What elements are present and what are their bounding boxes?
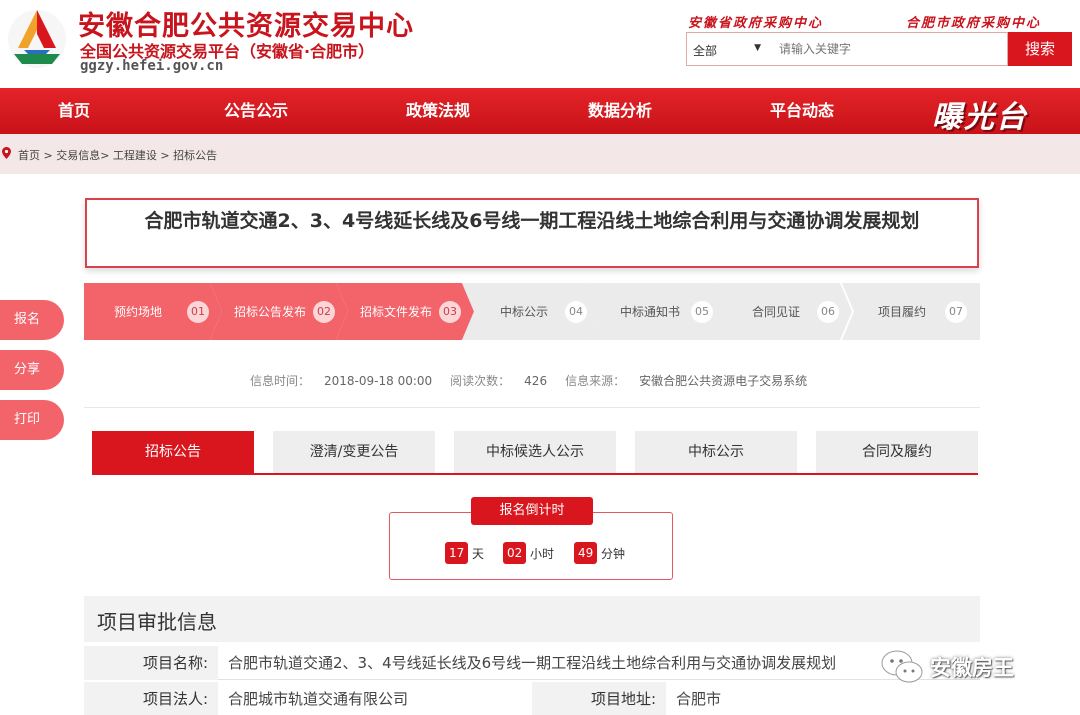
divider <box>84 407 980 408</box>
step-number: 07 <box>945 301 967 323</box>
step-label: 招标文件发布 <box>360 305 433 319</box>
step-number: 04 <box>565 301 587 323</box>
countdown-hours-unit: 小时 <box>530 547 555 561</box>
process-step: 项目履约 07 <box>842 283 980 340</box>
view-count-label: 阅读次数： <box>450 374 511 388</box>
wechat-watermark: 安徽房王 <box>880 648 1014 686</box>
tab-tender-notice[interactable]: 招标公告 <box>92 431 254 473</box>
notice-title: 合肥市轨道交通2、3、4号线延长线及6号线一期工程沿线土地综合利用与交通协调发展… <box>85 198 979 268</box>
countdown-minutes: 49 <box>574 542 598 564</box>
table-row: 项目法人: 合肥城市轨道交通有限公司 项目地址: 合肥市 <box>84 682 980 715</box>
top-link-city-procurement[interactable]: 合肥市政府采购中心 <box>906 12 1041 31</box>
nav-item-policies[interactable]: 政策法规 <box>406 88 470 134</box>
countdown-minutes-unit: 分钟 <box>601 547 626 561</box>
countdown-title: 报名倒计时 <box>471 497 593 525</box>
register-button[interactable]: 报名 <box>0 300 64 340</box>
site-header: 安徽合肥公共资源交易中心 全国公共资源交易平台（安徽省·合肥市） ggzy.he… <box>0 0 1080 88</box>
process-step: 招标文件发布 03 <box>336 283 474 340</box>
step-label: 项目履约 <box>878 305 927 319</box>
site-domain: ggzy.hefei.gov.cn <box>80 58 224 74</box>
project-name-label: 项目名称: <box>84 646 218 680</box>
tab-clarification-notice[interactable]: 澄清/变更公告 <box>273 431 435 473</box>
tab-award-publicity[interactable]: 中标公示 <box>635 431 797 473</box>
process-step: 中标公示 04 <box>462 283 600 340</box>
nav-item-data-analysis[interactable]: 数据分析 <box>588 88 652 134</box>
step-label: 预约场地 <box>114 305 163 319</box>
process-step: 预约场地 01 <box>84 283 222 340</box>
step-label: 合同见证 <box>752 305 801 319</box>
chevron-down-icon: ▼ <box>754 43 761 53</box>
step-label: 中标公示 <box>500 305 549 319</box>
step-number: 05 <box>691 301 713 323</box>
countdown-days-unit: 天 <box>472 547 485 561</box>
search-input[interactable] <box>773 33 1003 65</box>
search-button[interactable]: 搜索 <box>1008 32 1072 66</box>
publish-time-label: 信息时间： <box>250 374 311 388</box>
search-box: 全部 ▼ <box>686 32 1008 66</box>
step-number: 01 <box>187 301 209 323</box>
location-pin-icon <box>2 147 11 159</box>
top-link-province-procurement[interactable]: 安徽省政府采购中心 <box>688 12 823 31</box>
countdown-days: 17 <box>445 542 469 564</box>
wechat-icon <box>881 650 923 683</box>
notice-tabs: 招标公告 澄清/变更公告 中标候选人公示 中标公示 合同及履约 <box>92 431 978 475</box>
nav-item-announcements[interactable]: 公告公示 <box>224 88 288 134</box>
step-label: 招标公告发布 <box>234 305 307 319</box>
approval-section-title: 项目审批信息 <box>84 596 980 642</box>
search-scope-value: 全部 <box>693 44 718 58</box>
project-address-value: 合肥市 <box>676 690 722 708</box>
step-number: 02 <box>313 301 335 323</box>
view-count-value: 426 <box>524 374 548 388</box>
tab-contract-performance[interactable]: 合同及履约 <box>816 431 978 473</box>
process-steps: 预约场地 01 招标公告发布 02 招标文件发布 03 中标公示 04 中标通知… <box>84 283 980 340</box>
share-button[interactable]: 分享 <box>0 350 64 390</box>
process-step: 中标通知书 05 <box>588 283 726 340</box>
legal-person-value: 合肥城市轨道交通有限公司 <box>228 690 409 708</box>
print-button[interactable]: 打印 <box>0 400 64 440</box>
publish-time-value: 2018-09-18 00:00 <box>324 374 433 388</box>
site-logo-icon[interactable] <box>4 4 70 70</box>
tab-candidate-publicity[interactable]: 中标候选人公示 <box>454 431 616 473</box>
breadcrumb[interactable]: 首页 > 交易信息> 工程建设 > 招标公告 <box>18 147 217 163</box>
main-nav: 首页 公告公示 政策法规 数据分析 平台动态 曝光台 <box>0 88 1080 136</box>
nav-item-platform-news[interactable]: 平台动态 <box>770 88 834 134</box>
nav-exposure-platform-link[interactable]: 曝光台 <box>932 92 1028 136</box>
source-label: 信息来源： <box>565 374 626 388</box>
search-scope-select[interactable]: 全部 ▼ <box>687 33 769 65</box>
process-step: 合同见证 06 <box>714 283 852 340</box>
step-number: 03 <box>439 301 461 323</box>
notice-meta: 信息时间： 2018-09-18 00:00 阅读次数： 426 信息来源： 安徽合肥公共… <box>250 372 825 389</box>
source-value: 安徽合肥公共资源电子交易系统 <box>639 374 808 388</box>
step-label: 中标通知书 <box>620 305 681 319</box>
project-address-label: 项目地址: <box>532 682 666 715</box>
step-number: 06 <box>817 301 839 323</box>
watermark-text: 安徽房王 <box>930 656 1014 680</box>
project-name-value: 合肥市轨道交通2、3、4号线延长线及6号线一期工程沿线土地综合利用与交通协调发展… <box>228 654 837 672</box>
countdown-hours: 02 <box>503 542 527 564</box>
table-row: 项目名称: 合肥市轨道交通2、3、4号线延长线及6号线一期工程沿线土地综合利用与… <box>84 646 980 680</box>
process-step: 招标公告发布 02 <box>210 283 348 340</box>
legal-person-label: 项目法人: <box>84 682 218 715</box>
breadcrumb-bar: 首页 > 交易信息> 工程建设 > 招标公告 <box>0 134 1080 174</box>
nav-item-home[interactable]: 首页 <box>58 88 90 134</box>
